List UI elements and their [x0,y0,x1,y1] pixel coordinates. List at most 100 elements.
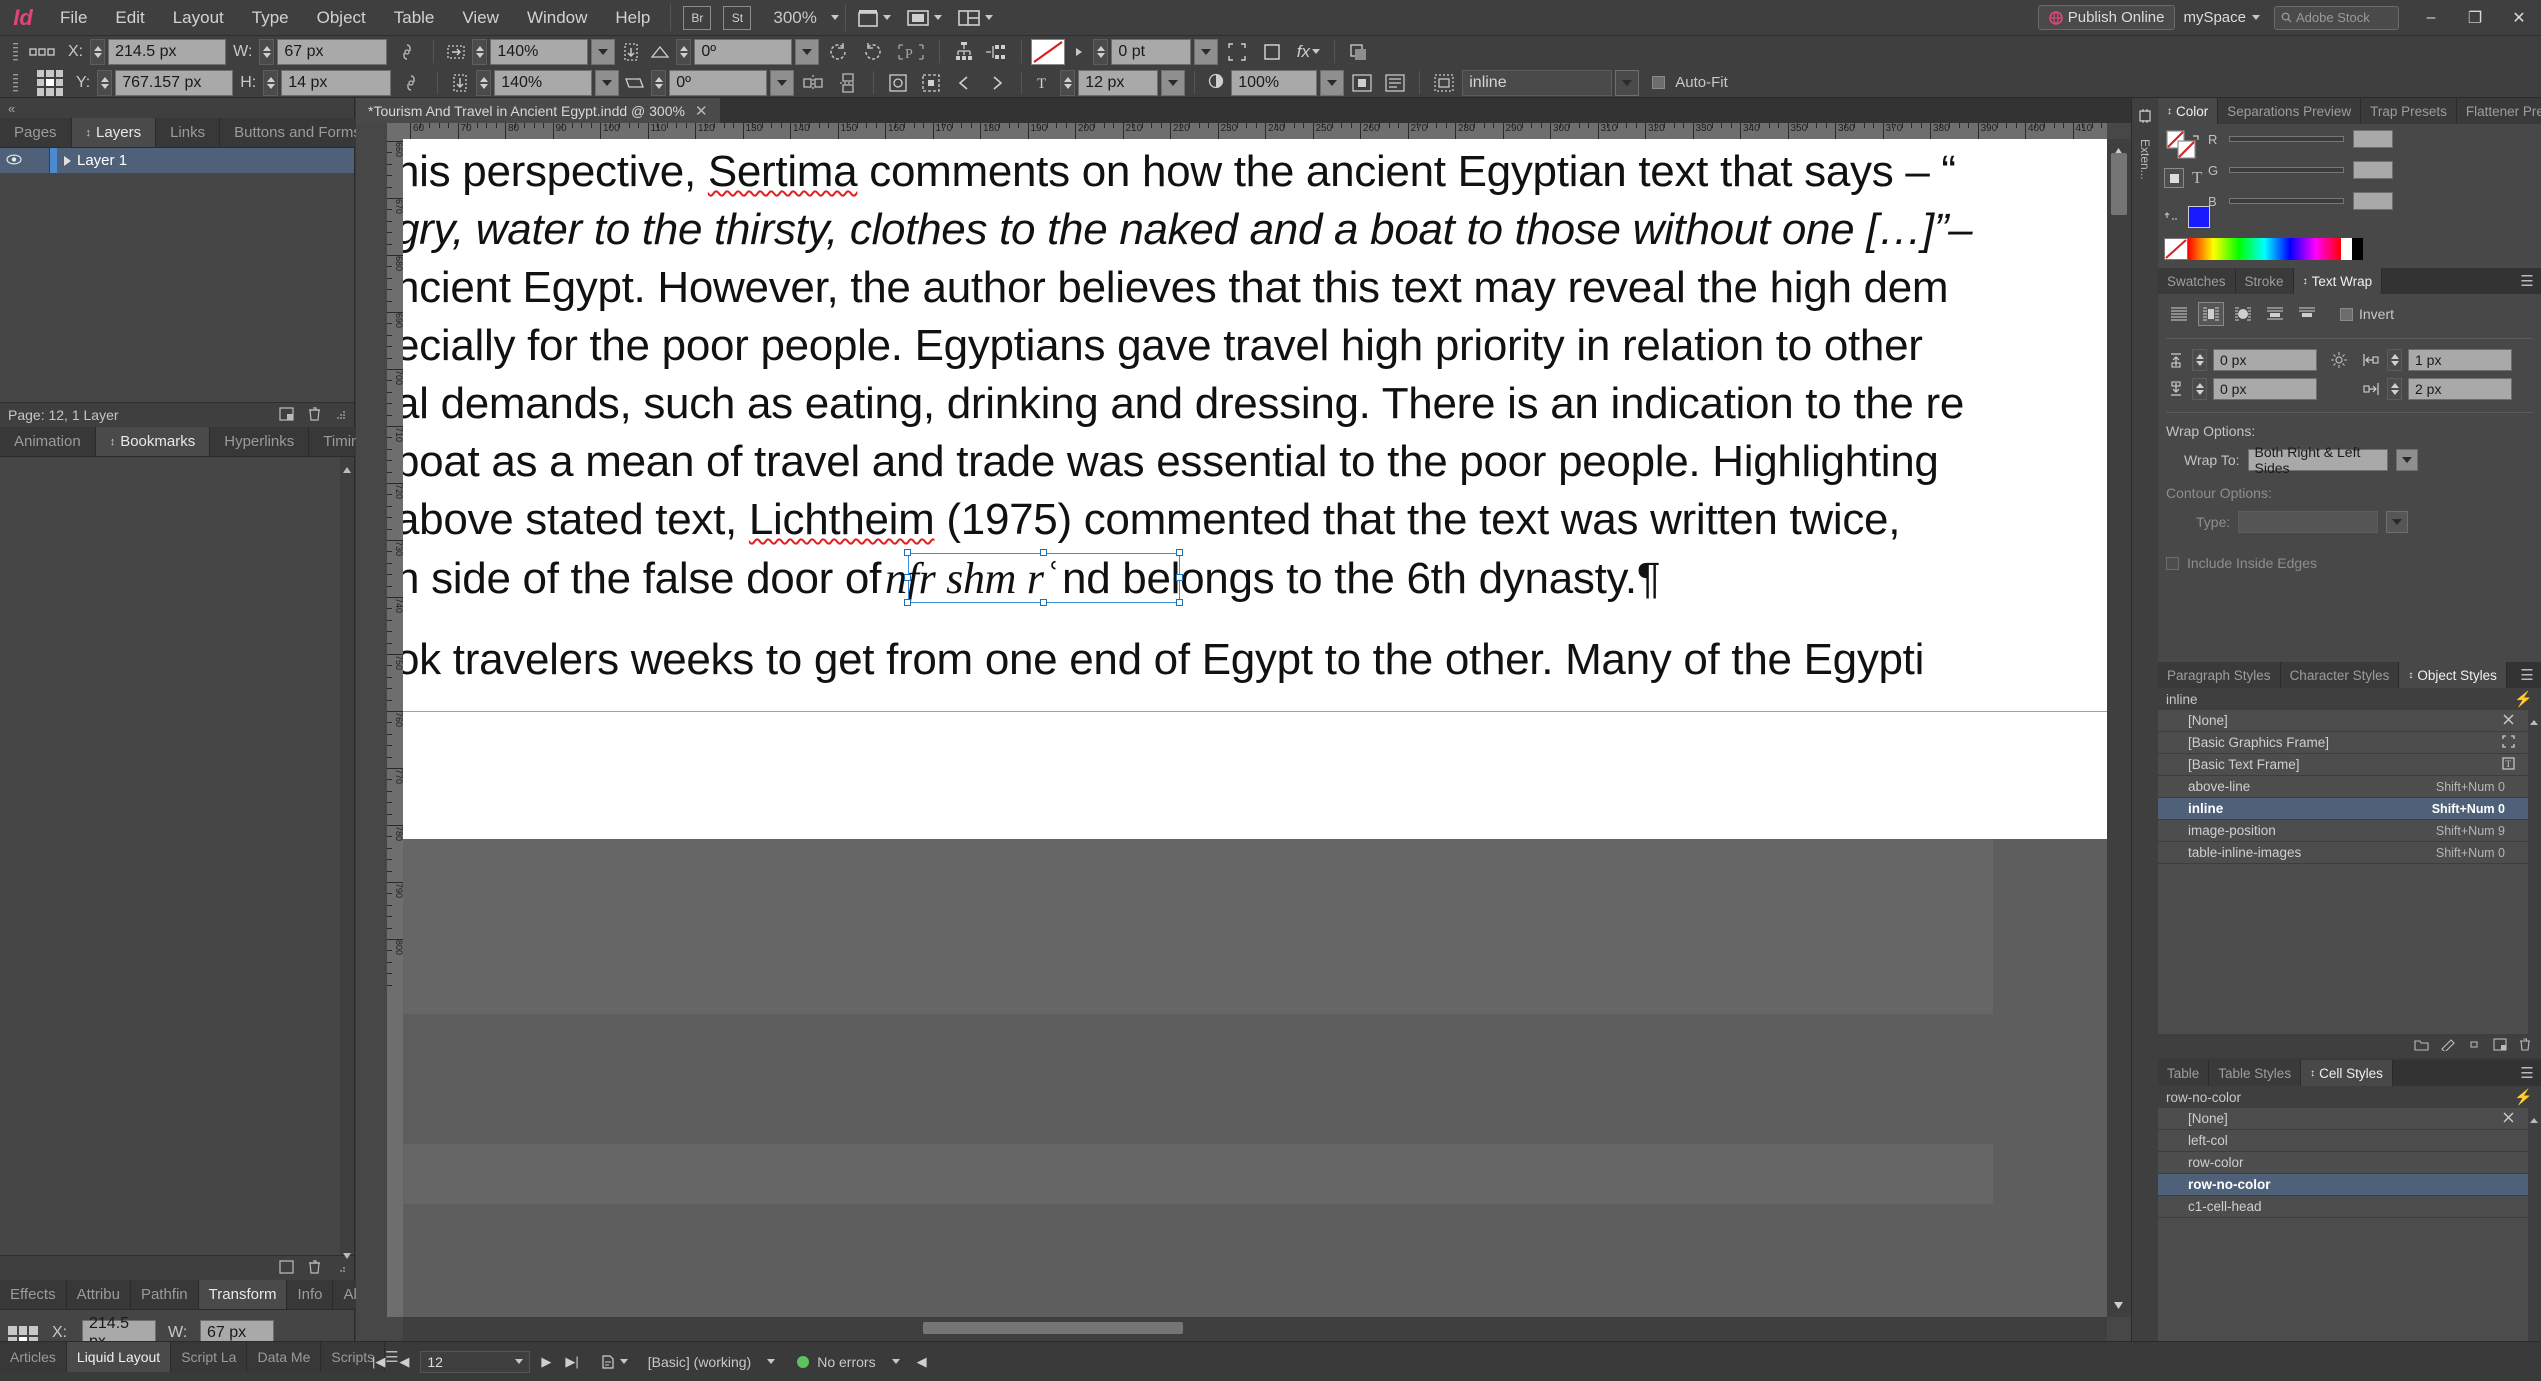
b-slider[interactable] [2229,198,2344,204]
rotate-ccw-icon[interactable] [822,41,854,63]
cell-style-row[interactable]: row-color [2158,1152,2541,1174]
vertical-ruler[interactable]: 660 670 680 690 700 710 720 730 740 750 760 770 780 7… [387,139,403,1317]
constrain-proportions-icon[interactable] [390,42,424,62]
bridge-icon[interactable]: Br [683,5,712,30]
menu-view[interactable]: View [448,0,513,36]
offset-left-field[interactable]: 1 px [2408,349,2512,371]
select-next-icon[interactable] [982,74,1012,92]
selection-handle[interactable] [904,574,911,581]
horizontal-scrollbar[interactable] [403,1317,2107,1341]
last-page-button[interactable]: ▶| [562,1354,581,1370]
color-spectrum-bar[interactable] [2164,238,2363,260]
object-style-row[interactable]: image-position Shift+Num 9 [2158,820,2541,842]
rotate-cw-icon[interactable] [857,41,889,63]
x-field[interactable]: 214.5 px [108,38,227,65]
rotate-dropdown[interactable] [795,38,820,65]
offset-bottom-field[interactable]: 0 px [2213,378,2317,400]
tab-info[interactable]: Info [287,1280,334,1309]
object-style-row[interactable]: table-inline-images Shift+Num 0 [2158,842,2541,864]
view-options-icon[interactable] [907,9,942,27]
r-slider[interactable] [2229,136,2344,142]
b-field[interactable] [2353,192,2393,210]
select-previous-icon[interactable] [949,74,979,92]
tab-separations-preview[interactable]: Separations Preview [2218,98,2362,124]
tab-effects[interactable]: Effects [0,1280,67,1309]
tab-transform[interactable]: Transform [198,1280,288,1309]
tab-links[interactable]: Links [156,118,221,147]
menu-layout[interactable]: Layout [159,0,238,36]
text-frame-options-icon[interactable] [1380,73,1410,92]
tab-data-merge[interactable]: Data Me [247,1342,322,1372]
tab-hyperlinks[interactable]: Hyperlinks [210,427,310,456]
tab-articles[interactable]: Articles [0,1342,67,1372]
invert-checkbox[interactable] [2340,307,2353,321]
distribute-spacing-icon[interactable] [982,42,1012,62]
layer-visibility-icon[interactable] [0,153,28,168]
clear-attributes-icon[interactable] [2441,1038,2455,1054]
tab-paragraph-styles[interactable]: Paragraph Styles [2158,662,2281,688]
publish-online-button[interactable]: Publish Online [2037,5,2176,30]
status-collapse-button[interactable]: ◀ [914,1354,930,1370]
extensions-icon[interactable] [2132,98,2158,129]
wrap-jump-object-icon[interactable] [2262,302,2288,326]
flip-vertical-icon[interactable] [832,72,864,94]
offset-top-field[interactable]: 0 px [2213,349,2317,371]
chevron-down-icon[interactable] [767,1359,776,1364]
y-stepper[interactable] [97,69,113,96]
ruler-origin-box[interactable] [387,123,403,139]
new-style-icon[interactable] [2493,1038,2507,1054]
menu-window[interactable]: Window [513,0,601,36]
align-distribute-icon[interactable] [949,41,979,62]
selection-handle[interactable] [904,599,911,606]
vertical-scroll-thumb[interactable] [2111,153,2127,215]
font-size-field[interactable]: 12 px [1078,69,1159,96]
object-styles-list[interactable]: [None] [Basic Graphics Frame] [Basic Tex… [2158,710,2541,1034]
layer-row[interactable]: Layer 1 [0,148,354,173]
tab-script-label[interactable]: Script La [171,1342,248,1372]
delete-layer-icon[interactable] [308,406,321,424]
delete-bookmark-icon[interactable] [308,1259,321,1277]
scale-y-field[interactable]: 140% [494,69,593,96]
tab-layers[interactable]: ↕ Layers [71,118,157,147]
autofit-checkbox[interactable] [1652,76,1666,89]
scale-x-stepper[interactable] [472,38,488,65]
selection-handle[interactable] [904,549,911,556]
panel-menu-icon[interactable]: ☰ [2513,268,2541,294]
cell-style-row[interactable]: left-col [2158,1130,2541,1152]
collapse-panels-button[interactable]: « [0,98,354,118]
preflight-profile[interactable]: [Basic] (working) [648,1354,751,1370]
scroll-up-arrow[interactable] [342,459,352,473]
stock-icon[interactable]: St [723,5,752,30]
w-field[interactable]: 67 px [277,38,388,65]
canvas[interactable]: his perspective, Sertima comments on how… [403,139,2107,1317]
arrange-documents-icon[interactable] [958,9,993,27]
delete-style-icon[interactable] [2519,1038,2531,1054]
offset-right-field[interactable]: 2 px [2408,378,2512,400]
new-bookmark-icon[interactable] [279,1259,294,1277]
object-styles-scrollbar[interactable] [2528,710,2541,1034]
select-container-icon[interactable] [916,73,946,93]
last-color-icon[interactable] [2164,207,2180,227]
scroll-up-arrow[interactable] [2529,711,2539,731]
text-line[interactable]: above stated text, Lichtheim (1975) comm… [403,495,1900,545]
resize-grip-icon[interactable] [335,407,346,424]
maximize-button[interactable]: ❐ [2453,0,2497,36]
selection-handle[interactable] [1176,549,1183,556]
new-layer-icon[interactable] [279,406,294,424]
layer-expand-icon[interactable] [64,155,71,166]
container-formatting-icon[interactable] [2164,168,2184,188]
panel-menu-icon[interactable]: ☰ [2513,1060,2541,1086]
h-field[interactable]: 14 px [281,69,392,96]
previous-page-button[interactable]: ◀ [396,1354,412,1370]
tab-swatches[interactable]: Swatches [2158,268,2236,294]
stroke-color-swatch[interactable] [1031,38,1066,65]
g-field[interactable] [2353,161,2393,179]
tab-attributes[interactable]: Attribu [66,1280,131,1309]
search-input[interactable]: Adobe Stock [2274,5,2399,30]
tab-pathfinder[interactable]: Pathfin [130,1280,199,1309]
rotate-field[interactable]: 0º [694,38,793,65]
scroll-down-arrow[interactable] [342,1245,352,1259]
offset-left-stepper[interactable] [2387,349,2402,371]
text-line[interactable]: ok travelers weeks to get from one end o… [403,635,1924,685]
clear-overrides-icon[interactable]: ⚡ [2514,690,2533,708]
